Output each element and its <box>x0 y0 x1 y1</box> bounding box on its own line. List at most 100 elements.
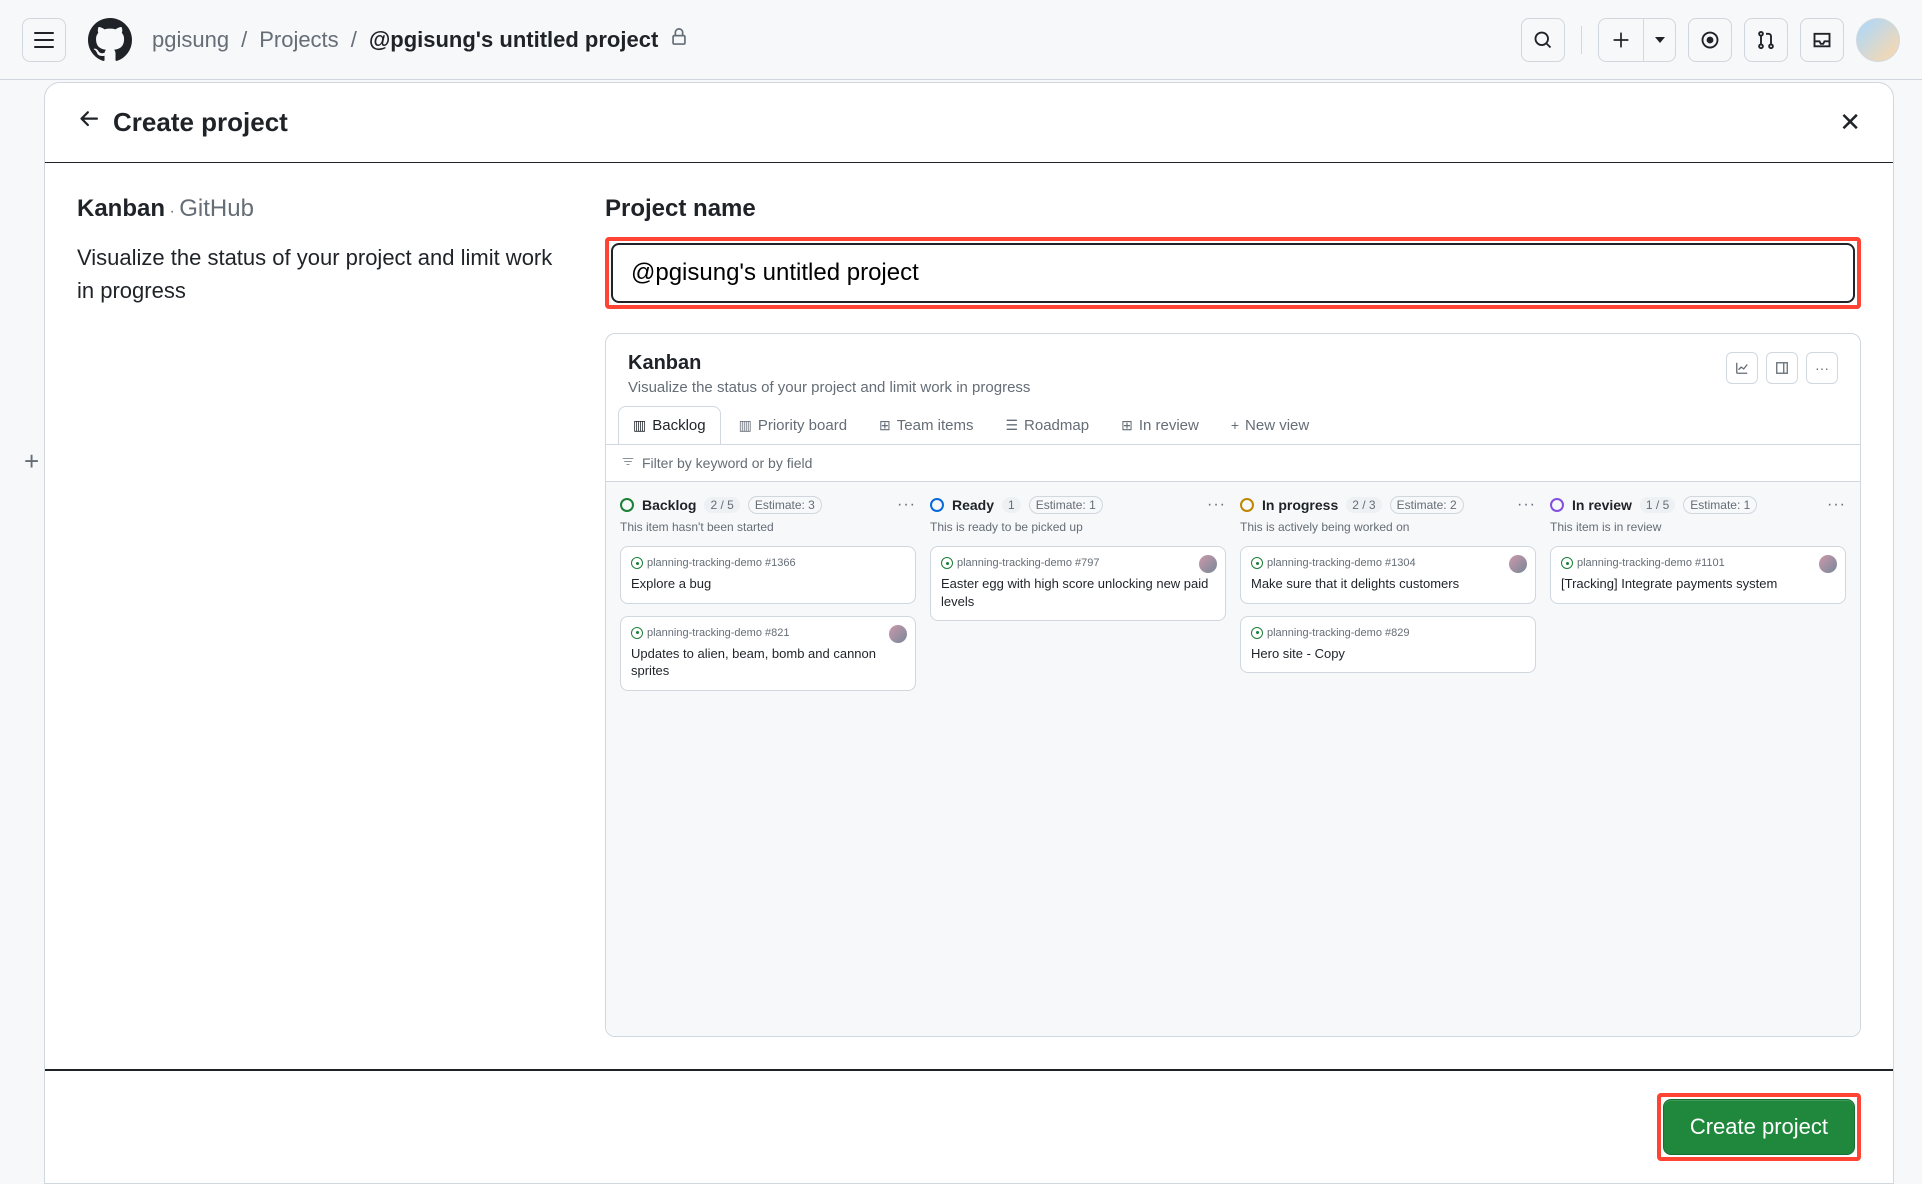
column-menu-icon[interactable]: ··· <box>1827 496 1846 514</box>
search-button[interactable] <box>1521 18 1565 62</box>
template-preview: Kanban Visualize the status of your proj… <box>605 333 1861 1037</box>
column-menu-icon[interactable]: ··· <box>1207 496 1226 514</box>
card-repo-ref: planning-tracking-demo #797 <box>957 557 1099 569</box>
top-header: pgisung / Projects / @pgisung's untitled… <box>0 0 1922 80</box>
more-icon[interactable]: ··· <box>1806 352 1838 384</box>
inbox-button[interactable] <box>1800 18 1844 62</box>
filter-placeholder: Filter by keyword or by field <box>642 455 812 471</box>
column-subtitle: This is ready to be picked up <box>930 520 1226 534</box>
add-dropdown[interactable] <box>1643 19 1675 61</box>
issue-open-icon <box>1251 557 1263 569</box>
board-column: In review 1 / 5 Estimate: 1 ··· This ite… <box>1550 496 1846 1022</box>
modal-body: Kanban · GitHub Visualize the status of … <box>45 163 1893 1069</box>
tab-label: Roadmap <box>1024 417 1089 434</box>
board-column: Ready 1 Estimate: 1 ··· This is ready to… <box>930 496 1226 1022</box>
breadcrumb-user[interactable]: pgisung <box>152 27 229 53</box>
assignee-avatar <box>889 625 907 643</box>
pull-requests-button[interactable] <box>1744 18 1788 62</box>
close-icon[interactable]: ✕ <box>1839 107 1861 138</box>
insights-icon[interactable] <box>1726 352 1758 384</box>
board-column: In progress 2 / 3 Estimate: 2 ··· This i… <box>1240 496 1536 1022</box>
kanban-card[interactable]: planning-tracking-demo #1366 Explore a b… <box>620 546 916 604</box>
column-subtitle: This is actively being worked on <box>1240 520 1536 534</box>
card-meta: planning-tracking-demo #1366 <box>631 557 905 569</box>
table-icon: ⊞ <box>1121 417 1133 434</box>
template-source: GitHub <box>179 195 254 222</box>
tab-label: New view <box>1245 417 1309 434</box>
form-column: Project name Kanban Visualize the status… <box>605 195 1861 1037</box>
tab-in-review[interactable]: ⊞ In review <box>1107 406 1213 444</box>
add-menu <box>1598 18 1676 62</box>
create-button-highlight: Create project <box>1657 1093 1861 1161</box>
hamburger-menu-button[interactable] <box>22 18 66 62</box>
preview-tabs: ▥ Backlog ▥ Priority board ⊞ Team items … <box>606 406 1860 444</box>
card-meta: planning-tracking-demo #1101 <box>1561 557 1835 569</box>
plus-icon: + <box>1231 417 1239 433</box>
column-count: 1 <box>1002 497 1021 513</box>
card-title: Updates to alien, beam, bomb and cannon … <box>631 645 905 680</box>
modal-header: Create project ✕ <box>45 83 1893 163</box>
board-icon: ▥ <box>633 417 646 434</box>
kanban-card[interactable]: planning-tracking-demo #797 Easter egg w… <box>930 546 1226 621</box>
create-project-button[interactable]: Create project <box>1663 1099 1855 1155</box>
divider <box>1581 26 1582 54</box>
column-title: In progress <box>1262 497 1338 513</box>
column-estimate: Estimate: 3 <box>748 496 822 514</box>
column-count: 2 / 5 <box>704 497 739 513</box>
back-arrow-icon[interactable] <box>77 107 101 138</box>
column-count: 2 / 3 <box>1346 497 1381 513</box>
header-actions <box>1521 18 1900 62</box>
issue-open-icon <box>1251 627 1263 639</box>
user-avatar[interactable] <box>1856 18 1900 62</box>
issue-open-icon <box>941 557 953 569</box>
breadcrumb-separator: / <box>351 27 357 53</box>
kanban-card[interactable]: planning-tracking-demo #1304 Make sure t… <box>1240 546 1536 604</box>
tab-priority-board[interactable]: ▥ Priority board <box>725 406 861 444</box>
issues-button[interactable] <box>1688 18 1732 62</box>
kanban-card[interactable]: planning-tracking-demo #821 Updates to a… <box>620 616 916 691</box>
filter-bar[interactable]: Filter by keyword or by field <box>606 444 1860 481</box>
column-estimate: Estimate: 1 <box>1029 496 1103 514</box>
card-title: [Tracking] Integrate payments system <box>1561 575 1835 593</box>
status-dot-icon <box>1240 498 1254 512</box>
hamburger-icon <box>34 32 54 48</box>
column-menu-icon[interactable]: ··· <box>897 496 916 514</box>
breadcrumb-projects[interactable]: Projects <box>259 27 338 53</box>
card-repo-ref: planning-tracking-demo #1304 <box>1267 557 1416 569</box>
column-estimate: Estimate: 1 <box>1683 496 1757 514</box>
template-description: Visualize the status of your project and… <box>77 241 557 307</box>
breadcrumb-current: @pgisung's untitled project <box>369 27 658 53</box>
project-name-input[interactable] <box>611 243 1855 303</box>
column-subtitle: This item is in review <box>1550 520 1846 534</box>
card-repo-ref: planning-tracking-demo #1101 <box>1577 557 1725 569</box>
kanban-card[interactable]: planning-tracking-demo #829 Hero site - … <box>1240 616 1536 674</box>
preview-subtitle: Visualize the status of your project and… <box>628 379 1030 396</box>
card-meta: planning-tracking-demo #821 <box>631 627 905 639</box>
github-logo[interactable] <box>88 18 132 62</box>
issue-open-icon <box>631 557 643 569</box>
panel-icon[interactable] <box>1766 352 1798 384</box>
column-header: Ready 1 Estimate: 1 ··· <box>930 496 1226 514</box>
kanban-board: Backlog 2 / 5 Estimate: 3 ··· This item … <box>606 481 1860 1036</box>
tab-team-items[interactable]: ⊞ Team items <box>865 406 987 444</box>
table-icon: ⊞ <box>879 417 891 434</box>
column-estimate: Estimate: 2 <box>1390 496 1464 514</box>
modal-title: Create project <box>113 107 288 138</box>
tab-backlog[interactable]: ▥ Backlog <box>618 406 721 444</box>
kanban-card[interactable]: planning-tracking-demo #1101 [Tracking] … <box>1550 546 1846 604</box>
add-button[interactable] <box>1599 19 1643 61</box>
status-dot-icon <box>620 498 634 512</box>
column-menu-icon[interactable]: ··· <box>1517 496 1536 514</box>
assignee-avatar <box>1819 555 1837 573</box>
column-header: Backlog 2 / 5 Estimate: 3 ··· <box>620 496 916 514</box>
assignee-avatar <box>1509 555 1527 573</box>
tab-new-view[interactable]: + New view <box>1217 406 1323 444</box>
column-subtitle: This item hasn't been started <box>620 520 916 534</box>
card-meta: planning-tracking-demo #829 <box>1251 627 1525 639</box>
create-project-modal: Create project ✕ Kanban · GitHub Visuali… <box>44 82 1894 1184</box>
column-title: Backlog <box>642 497 696 513</box>
input-highlight <box>605 237 1861 309</box>
column-count: 1 / 5 <box>1640 497 1675 513</box>
card-meta: planning-tracking-demo #1304 <box>1251 557 1525 569</box>
tab-roadmap[interactable]: ☰ Roadmap <box>991 406 1103 444</box>
